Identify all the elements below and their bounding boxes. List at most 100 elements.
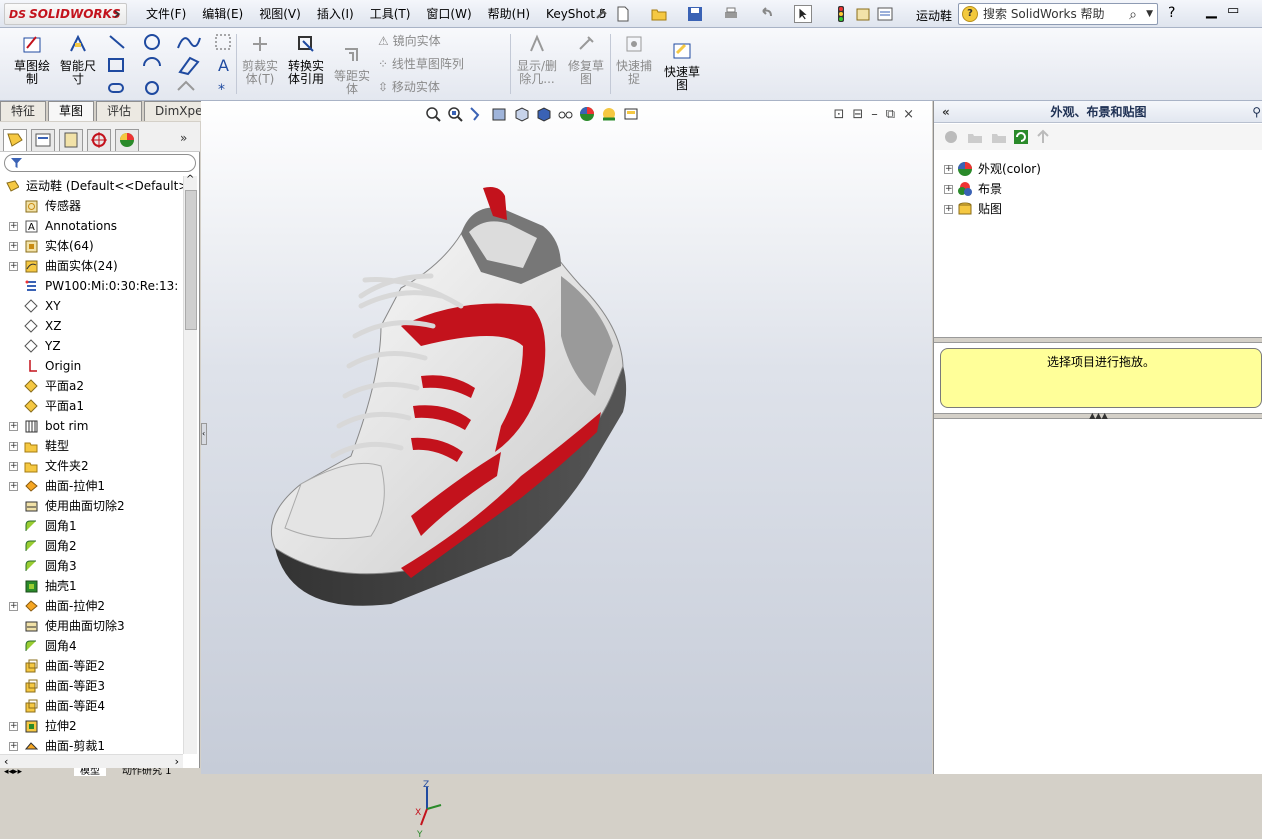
tree-vertical-scrollbar[interactable]: ^	[183, 174, 197, 754]
search-icon[interactable]: ⌕	[1129, 5, 1137, 25]
search-help-input[interactable]: ? 搜索 SolidWorks 帮助 ⌕ ▼	[958, 3, 1158, 25]
tree-item[interactable]: 圆角2	[0, 536, 183, 556]
restore-window-icon[interactable]: ▭	[1227, 3, 1239, 18]
back-nav-icon[interactable]	[942, 128, 960, 146]
minimize-window-icon[interactable]: ▁	[1206, 3, 1217, 19]
edit-appearance-icon[interactable]	[578, 105, 596, 123]
expand-icon[interactable]: +	[944, 185, 953, 194]
menu-item-5[interactable]: 窗口(W)	[418, 0, 479, 28]
expand-icon[interactable]: +	[944, 205, 953, 214]
view-orientation-icon[interactable]	[512, 105, 530, 123]
menu-item-2[interactable]: 视图(V)	[251, 0, 309, 28]
nav-arrows-icon[interactable]: ◂◂▸▸	[4, 768, 22, 776]
tree-item[interactable]: + 曲面实体(24)	[0, 256, 183, 276]
tree-item[interactable]: 运动鞋 (Default<<Default>	[0, 176, 183, 196]
repair-sketch-button[interactable]: 修复草 图	[564, 30, 608, 86]
tree-item[interactable]: + A Annotations	[0, 216, 183, 236]
folder-icon[interactable]	[990, 128, 1008, 146]
task-pane-splitter[interactable]	[934, 337, 1262, 343]
tree-item[interactable]: 使用曲面切除2	[0, 496, 183, 516]
tree-item[interactable]: YZ	[0, 336, 183, 356]
section-view-icon[interactable]	[490, 105, 508, 123]
pin-icon[interactable]	[592, 5, 610, 23]
quick-snaps-button[interactable]: 快速捕 捉	[612, 30, 656, 86]
hide-show-items-icon[interactable]	[556, 105, 574, 123]
tree-horizontal-scrollbar[interactable]: ‹ ›	[0, 754, 183, 768]
tree-item[interactable]: 曲面-等距3	[0, 676, 183, 696]
trim-entities-button[interactable]: 剪裁实 体(T)	[238, 30, 282, 86]
tree-item[interactable]: + 文件夹2	[0, 456, 183, 476]
search-dropdown-icon[interactable]: ▼	[1146, 4, 1153, 24]
zoom-area-icon[interactable]	[446, 105, 464, 123]
expand-icon[interactable]: +	[9, 462, 18, 471]
viewport-close-icon[interactable]: ×	[903, 107, 922, 122]
expand-icon[interactable]: +	[9, 422, 18, 431]
previous-view-icon[interactable]	[468, 105, 486, 123]
sketch-button[interactable]: 草图绘 制	[6, 30, 58, 86]
smart-dimension-button[interactable]: 智能尺 寸	[56, 30, 100, 86]
expand-icon[interactable]: +	[9, 262, 18, 271]
up-level-icon[interactable]	[1034, 128, 1052, 146]
dimxpert-manager-tab[interactable]	[87, 129, 111, 151]
tree-item[interactable]: 平面a1	[0, 396, 183, 416]
cm-tab-2[interactable]: 评估	[96, 101, 143, 121]
print-icon[interactable]	[722, 5, 740, 23]
add-folder-icon[interactable]	[966, 128, 984, 146]
tree-item[interactable]: 圆角3	[0, 556, 183, 576]
expand-icon[interactable]: +	[9, 442, 18, 451]
file-properties-icon[interactable]	[854, 5, 872, 23]
scroll-up-icon[interactable]: ^	[186, 174, 194, 185]
tree-item[interactable]: Origin	[0, 356, 183, 376]
tree-filter-input[interactable]	[4, 154, 196, 172]
tree-item[interactable]: + 鞋型	[0, 436, 183, 456]
expand-icon[interactable]: +	[9, 742, 18, 751]
tree-item[interactable]: + 实体(64)	[0, 236, 183, 256]
expand-icon[interactable]: +	[944, 165, 953, 174]
zoom-to-fit-icon[interactable]	[424, 105, 442, 123]
menu-item-1[interactable]: 编辑(E)	[194, 0, 251, 28]
scroll-left-icon[interactable]: ‹	[4, 755, 8, 768]
scroll-right-icon[interactable]: ›	[175, 755, 179, 768]
view-settings-icon[interactable]	[622, 105, 640, 123]
tree-item[interactable]: 平面a2	[0, 376, 183, 396]
tree-item[interactable]: + bot rim	[0, 416, 183, 436]
tree-item[interactable]: 曲面-等距2	[0, 656, 183, 676]
menu-item-4[interactable]: 工具(T)	[362, 0, 419, 28]
expand-panel-icon[interactable]: »	[180, 131, 187, 145]
pin-task-pane-icon[interactable]: ⚲	[1252, 101, 1261, 123]
tree-item[interactable]: 传感器	[0, 196, 183, 216]
open-folder-icon[interactable]	[650, 5, 668, 23]
refresh-icon[interactable]	[1012, 128, 1030, 146]
expand-icon[interactable]: +	[9, 602, 18, 611]
linear-sketch-pattern-button[interactable]: ⁘ 线性草图阵列	[378, 56, 464, 72]
display-delete-relations-button[interactable]: 显示/删 除几...	[512, 30, 562, 86]
sketch-entities-toolbar[interactable]: A *	[106, 32, 236, 96]
new-document-icon[interactable]	[614, 5, 632, 23]
display-manager-tab[interactable]	[115, 129, 139, 151]
tree-item[interactable]: XZ	[0, 316, 183, 336]
motion-study-tab[interactable]: 动作研究 1	[118, 768, 176, 776]
configuration-manager-tab[interactable]	[59, 129, 83, 151]
convert-entities-button[interactable]: 转换实 体引用	[284, 30, 328, 86]
viewport-minimize-icon[interactable]: –	[871, 107, 886, 122]
mirror-entities-button[interactable]: ⚠ 镜向实体	[378, 33, 441, 49]
tree-item[interactable]: PW100:Mi:0:30:Re:13:	[0, 276, 183, 296]
tree-item[interactable]: 抽壳1	[0, 576, 183, 596]
menu-item-0[interactable]: 文件(F)	[138, 0, 194, 28]
tree-item[interactable]: XY	[0, 296, 183, 316]
cm-tab-1[interactable]: 草图	[48, 101, 95, 121]
save-icon[interactable]	[686, 5, 704, 23]
tree-item[interactable]: 使用曲面切除3	[0, 616, 183, 636]
tree-item[interactable]: + 曲面-拉伸2	[0, 596, 183, 616]
expand-icon[interactable]: +	[9, 242, 18, 251]
collapse-left-panel-handle[interactable]: ‹	[201, 423, 207, 445]
expand-icon[interactable]: +	[9, 482, 18, 491]
split-viewport-icon[interactable]: ⊡	[833, 107, 852, 122]
tree-item[interactable]: 圆角4	[0, 636, 183, 656]
display-style-icon[interactable]	[534, 105, 552, 123]
apply-scene-icon[interactable]	[600, 105, 618, 123]
rebuild-icon[interactable]	[832, 5, 850, 23]
rapid-sketch-button[interactable]: 快速草 图	[660, 36, 704, 92]
tree-item[interactable]: + 曲面-剪裁1	[0, 736, 183, 754]
tree-item[interactable]: 圆角1	[0, 516, 183, 536]
